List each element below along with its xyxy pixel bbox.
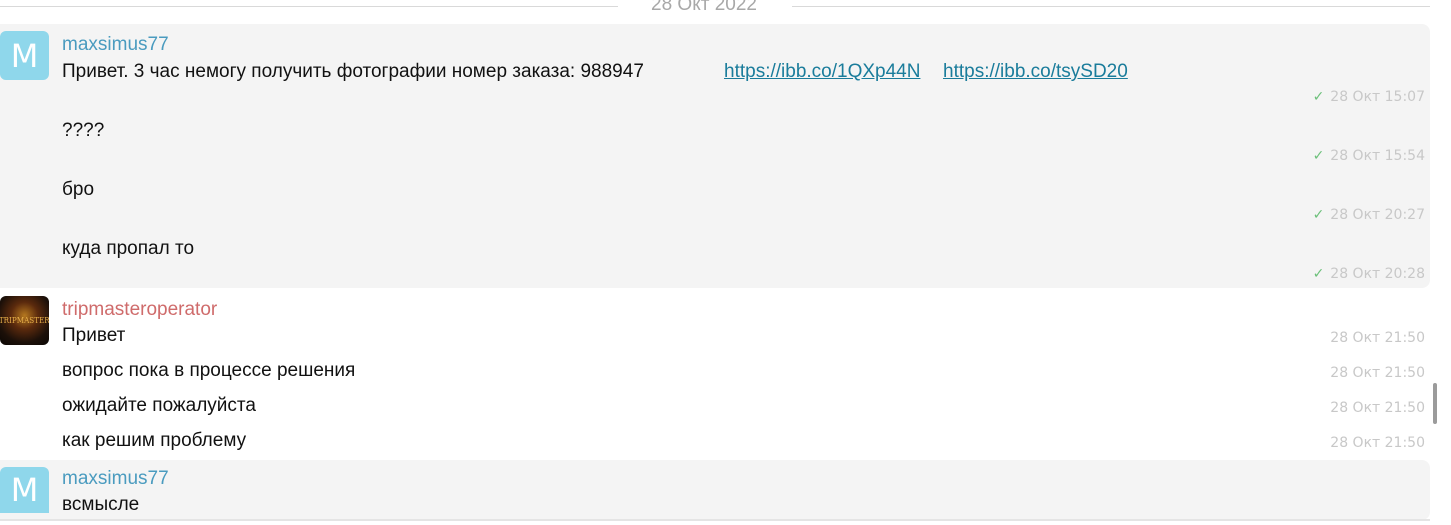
avatar-logo-text: TRIPMASTER <box>0 316 49 325</box>
message-text: вопрос пока в процессе решения <box>62 360 356 381</box>
date-label: 28 Окт 2022 <box>651 0 757 15</box>
message-timestamp: ✓ 28 Окт 20:28 <box>1313 266 1425 282</box>
message-text: Привет <box>62 325 126 346</box>
message-timestamp: 28 Окт 21:50 <box>1330 365 1425 381</box>
message-text: ожидайте пожалуйста <box>62 395 256 416</box>
message-link[interactable]: https://ibb.co/1QXp44N <box>724 61 920 83</box>
message-group-tripmasteroperator: TRIPMASTER tripmasteroperator Привет 28 … <box>0 288 1430 458</box>
message-text: как решим проблему <box>62 430 247 451</box>
time-text: 28 Окт 15:07 <box>1330 89 1425 105</box>
message-text: куда пропал то <box>62 238 195 259</box>
message-timestamp: ✓ 28 Окт 20:27 <box>1313 207 1425 223</box>
avatar-letter: M <box>10 36 39 75</box>
avatar-letter: M <box>10 471 39 509</box>
read-check-icon: ✓ <box>1312 148 1325 164</box>
time-text: 28 Окт 20:28 <box>1330 266 1425 282</box>
sender-name[interactable]: maxsimus77 <box>62 468 169 490</box>
scrollbar-thumb[interactable] <box>1433 383 1437 424</box>
read-check-icon: ✓ <box>1312 89 1325 105</box>
time-text: 28 Окт 15:54 <box>1330 148 1425 164</box>
sender-name[interactable]: tripmasteroperator <box>62 299 217 321</box>
message-timestamp: ✓ 28 Окт 15:54 <box>1313 148 1425 164</box>
message-group-maxsimus77: M maxsimus77 всмысле <box>0 460 1430 520</box>
message-timestamp: 28 Окт 21:50 <box>1330 330 1425 346</box>
message-text: ???? <box>62 120 105 141</box>
message-timestamp: ✓ 28 Окт 15:07 <box>1313 89 1425 105</box>
time-text: 28 Окт 20:27 <box>1330 207 1425 223</box>
read-check-icon: ✓ <box>1312 207 1325 223</box>
date-separator: 28 Окт 2022 <box>0 0 1430 18</box>
separator-line-left <box>0 6 618 7</box>
composer-divider <box>0 519 1430 521</box>
message-timestamp: 28 Окт 21:50 <box>1330 435 1425 451</box>
avatar[interactable]: TRIPMASTER <box>0 296 49 345</box>
avatar[interactable]: M <box>0 467 49 513</box>
separator-line-right <box>792 6 1430 7</box>
read-check-icon: ✓ <box>1312 266 1325 282</box>
sender-name[interactable]: maxsimus77 <box>62 34 169 56</box>
message-text: всмысле <box>62 494 140 515</box>
message-text: Привет. 3 час немогу получить фотографии… <box>62 61 644 83</box>
message-timestamp: 28 Окт 21:50 <box>1330 400 1425 416</box>
message-group-maxsimus77: M maxsimus77 Привет. 3 час немогу получи… <box>0 24 1430 288</box>
avatar[interactable]: M <box>0 31 49 80</box>
message-text: бро <box>62 179 95 200</box>
message-body: Привет. 3 час немогу получить фотографии… <box>62 61 644 82</box>
message-link[interactable]: https://ibb.co/tsySD20 <box>943 61 1128 83</box>
